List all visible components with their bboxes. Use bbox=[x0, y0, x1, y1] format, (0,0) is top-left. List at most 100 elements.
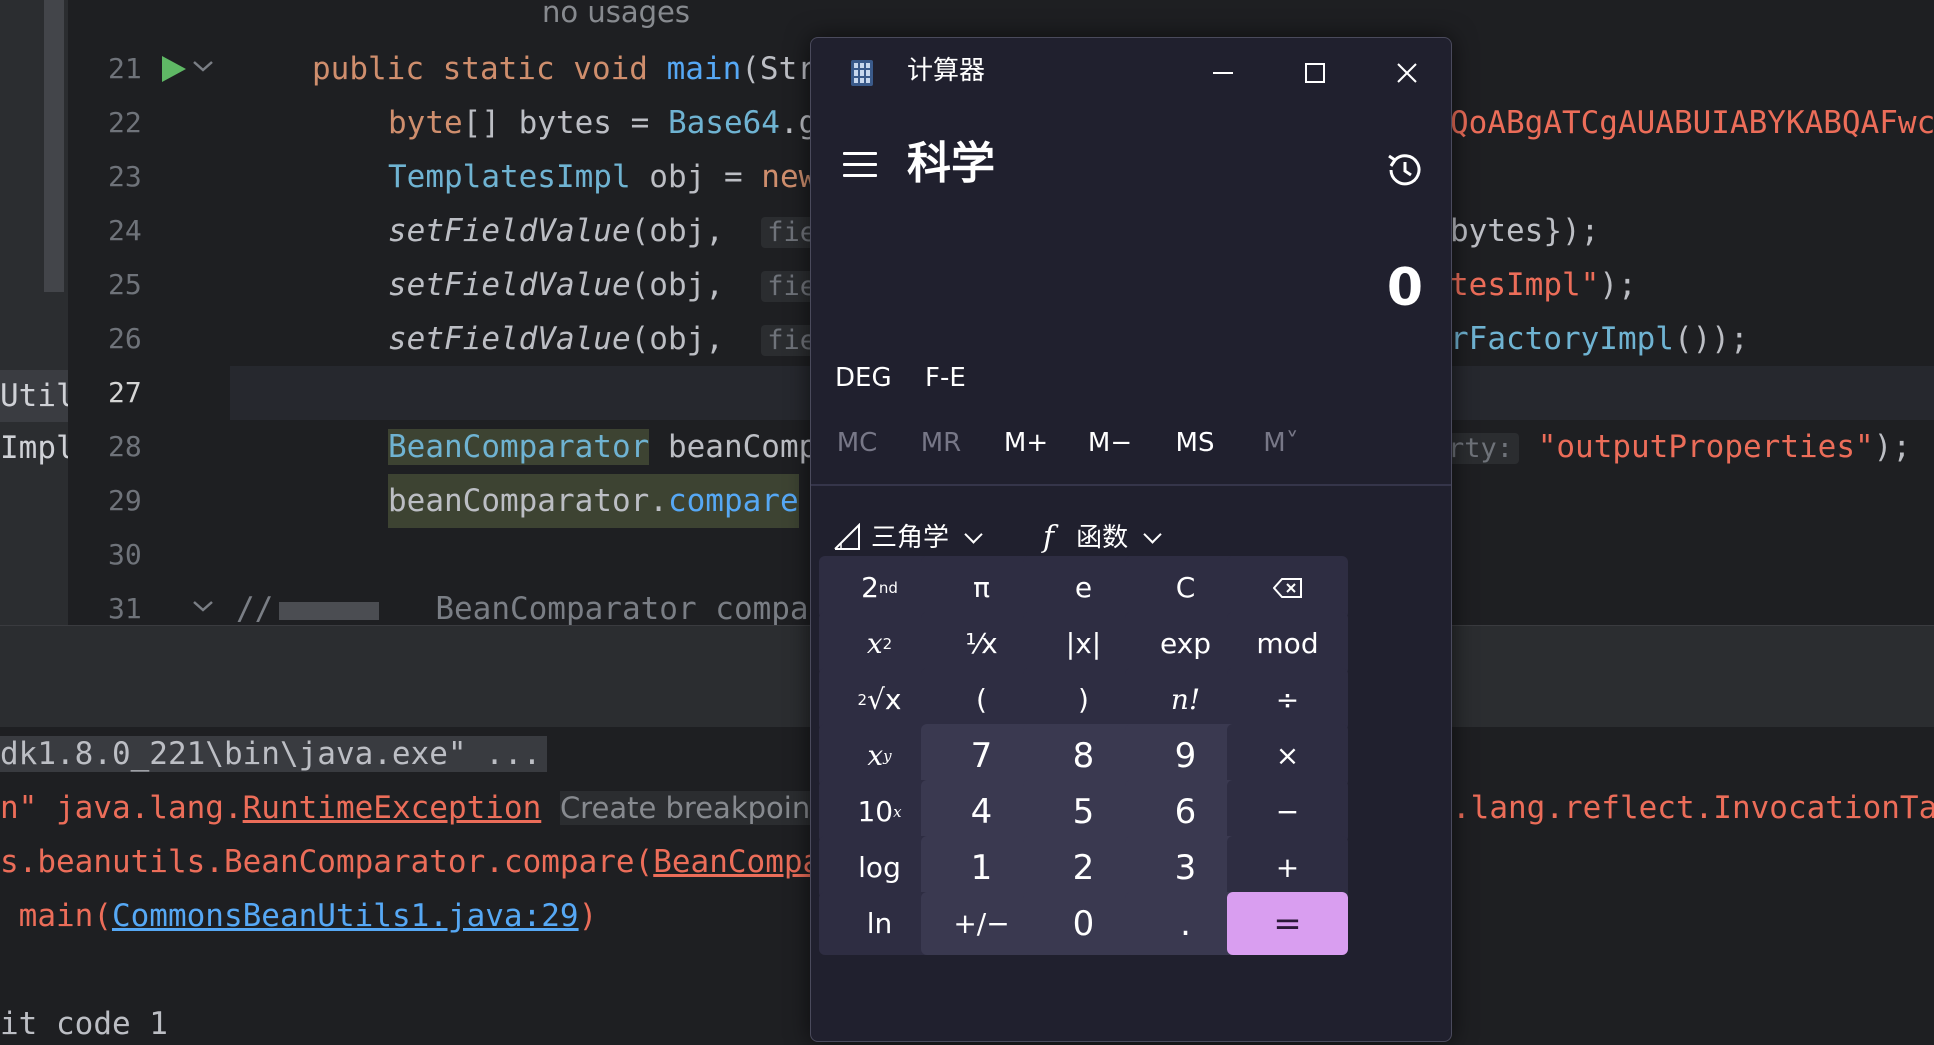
hamburger-menu-icon[interactable] bbox=[843, 152, 877, 180]
key-label: 10 bbox=[857, 795, 894, 828]
code-text: ); bbox=[1873, 429, 1911, 465]
key-superscript: 2 bbox=[857, 690, 868, 709]
memory-list-button[interactable]: M˅ bbox=[1229, 408, 1333, 478]
usages-hint[interactable]: no usages bbox=[542, 0, 690, 32]
key-label: n! bbox=[1170, 683, 1201, 716]
equals-button[interactable]: = bbox=[1227, 892, 1348, 955]
code-keyword: public static void bbox=[312, 51, 667, 87]
maximize-button[interactable] bbox=[1277, 48, 1353, 98]
memory-row: MC MR M+ M− MS M˅ bbox=[811, 408, 1451, 478]
chevron-down-icon bbox=[1143, 524, 1162, 544]
source-link[interactable]: CommonsBeanUtils1.java:29 bbox=[112, 898, 579, 934]
key-superscript: 2 bbox=[882, 634, 893, 653]
code-class: rFactoryImpl bbox=[1450, 321, 1674, 357]
code-text: obj = bbox=[630, 159, 762, 195]
console-text: ) bbox=[578, 898, 598, 934]
code-text: beanComp bbox=[649, 429, 818, 465]
multiply-button[interactable]: × bbox=[1227, 724, 1348, 787]
sidebar-scrollbar[interactable] bbox=[44, 0, 64, 292]
maximize-icon bbox=[1305, 63, 1325, 83]
close-button[interactable] bbox=[1369, 48, 1445, 98]
code-class: BeanComparator bbox=[388, 429, 650, 465]
line-number: 26 bbox=[108, 322, 142, 355]
code-comment: // bbox=[236, 591, 274, 625]
result-display: 0 bbox=[1386, 258, 1423, 318]
console-text: s.beanutils.BeanComparator.compare( bbox=[0, 844, 654, 880]
param-hint: rty: bbox=[1442, 433, 1520, 464]
console-line: n" java.lang.RuntimeException Create bre… bbox=[0, 781, 822, 835]
code-string: "outputProperties" bbox=[1537, 429, 1874, 465]
code-fragment: rty: "outputProperties"); bbox=[1442, 420, 1911, 474]
code-text: (obj, bbox=[630, 267, 743, 303]
fold-chevron-icon[interactable] bbox=[192, 598, 214, 614]
line-number: 22 bbox=[108, 106, 142, 139]
code-line-24: setFieldValue(obj, fiel bbox=[388, 204, 839, 258]
divide-button[interactable]: ÷ bbox=[1227, 668, 1348, 731]
mod-button[interactable]: mod bbox=[1227, 612, 1348, 675]
key-label: x bbox=[867, 739, 884, 772]
code-line-29: beanComparator.compare bbox=[388, 474, 799, 528]
code-text: ()); bbox=[1673, 321, 1749, 357]
code-keyword: byte bbox=[388, 105, 463, 141]
code-comment-text: BeanComparator compar bbox=[435, 591, 828, 625]
code-fragment: rFactoryImpl()); bbox=[1450, 312, 1749, 366]
deg-button[interactable]: DEG bbox=[835, 350, 892, 406]
minimize-button[interactable] bbox=[1185, 48, 1261, 98]
project-sidebar: Utils1 Impl bbox=[0, 0, 68, 625]
divider bbox=[811, 484, 1451, 486]
key-label: x bbox=[866, 627, 883, 660]
code-method-call: setFieldValue bbox=[388, 321, 631, 357]
code-text: (Str bbox=[741, 51, 816, 87]
exception-link[interactable]: RuntimeException bbox=[243, 790, 542, 826]
code-class: TemplatesImpl bbox=[388, 159, 631, 195]
keypad: 2nd π e C x2 ⅟x |x| exp mod 2 √x ( ) n! ÷… bbox=[819, 556, 1443, 1034]
sidebar-item-utils[interactable]: Utils1 bbox=[0, 370, 68, 422]
calculator-header: 科学 bbox=[811, 128, 1451, 208]
plus-button[interactable]: + bbox=[1227, 836, 1348, 899]
code-line-21: public static void main(Str bbox=[312, 42, 816, 96]
line-number: 28 bbox=[108, 430, 142, 463]
history-icon[interactable] bbox=[1383, 148, 1427, 192]
code-text: ); bbox=[1599, 267, 1637, 303]
code-method: main bbox=[666, 51, 742, 87]
line-number-current: 27 bbox=[108, 376, 142, 409]
console-text: main( bbox=[0, 898, 112, 934]
fold-chevron-icon[interactable] bbox=[192, 58, 214, 74]
chevron-down-icon bbox=[964, 524, 983, 544]
java-command[interactable]: dk1.8.0_221\bin\java.exe" ... bbox=[0, 736, 548, 772]
key-superscript: nd bbox=[878, 578, 898, 597]
backspace-icon bbox=[1272, 577, 1302, 598]
code-text: [] bytes = bbox=[462, 105, 668, 141]
key-superscript: y bbox=[883, 746, 892, 765]
backspace-button[interactable] bbox=[1227, 556, 1348, 619]
code-text: (obj, bbox=[630, 213, 743, 249]
code-line-25: setFieldValue(obj, fiel bbox=[388, 258, 839, 312]
line-number-gutter: 21 22 23 24 25 26 27 28 29 30 31 bbox=[68, 0, 230, 625]
line-number: 25 bbox=[108, 268, 142, 301]
key-label: 2 bbox=[861, 571, 879, 604]
mode-title: 科学 bbox=[907, 138, 995, 189]
console-text: n" java.lang. bbox=[0, 790, 243, 826]
line-number: 29 bbox=[108, 484, 142, 517]
angle-options-row: DEG F-E bbox=[811, 350, 1451, 406]
code-line-26: setFieldValue(obj, fiel bbox=[388, 312, 839, 366]
line-number: 24 bbox=[108, 214, 142, 247]
window-title: 计算器 bbox=[907, 56, 986, 86]
run-icon[interactable] bbox=[160, 54, 188, 84]
code-line-23: TemplatesImpl obj = new bbox=[388, 150, 817, 204]
code-string: tesImpl" bbox=[1450, 267, 1600, 303]
code-text: beanComparator. bbox=[388, 483, 668, 519]
line-number: 21 bbox=[108, 52, 142, 85]
code-fragment: bytes}); bbox=[1450, 213, 1600, 249]
code-keyword: new bbox=[761, 159, 818, 195]
fe-button[interactable]: F-E bbox=[925, 350, 966, 406]
create-breakpoint-hint[interactable]: Create breakpoint bbox=[559, 791, 822, 825]
code-line-28: BeanComparator beanComp bbox=[388, 420, 817, 474]
console-fragment: .lang.reflect.InvocationTa bbox=[1452, 790, 1934, 826]
source-link[interactable]: BeanCompa bbox=[653, 844, 821, 880]
sidebar-item-impl[interactable]: Impl bbox=[0, 422, 68, 474]
code-string-fragment: QoABgATCgAUABUIABYKABQAFwc bbox=[1450, 105, 1934, 141]
title-bar[interactable]: 计算器 bbox=[811, 38, 1451, 104]
minus-button[interactable]: − bbox=[1227, 780, 1348, 843]
calculator-app-icon bbox=[851, 60, 873, 86]
